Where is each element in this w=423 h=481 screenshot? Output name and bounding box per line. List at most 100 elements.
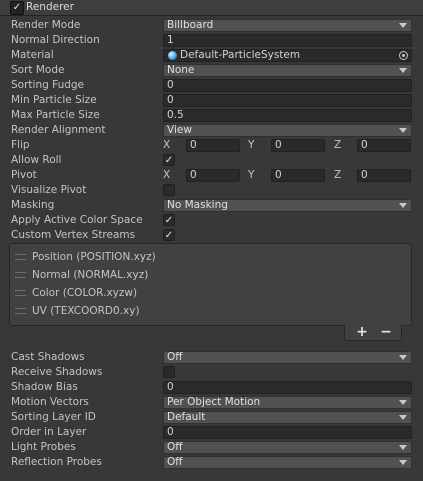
renderer-module-title: Renderer: [26, 1, 74, 13]
motion-vectors-dropdown[interactable]: Per Object Motion: [163, 396, 412, 409]
normal-direction-row: Normal Direction 1: [0, 33, 423, 48]
custom-vertex-streams-label: Custom Vertex Streams: [11, 229, 136, 241]
pivot-z-label: Z: [334, 169, 342, 181]
chevron-down-icon: [399, 128, 407, 133]
pivot-x-label: X: [163, 169, 171, 181]
reflection-probes-row: Reflection Probes Off: [0, 455, 423, 470]
render-mode-dropdown[interactable]: Billboard: [163, 19, 412, 32]
render-alignment-label: Render Alignment: [11, 124, 106, 136]
cast-shadows-row: Cast Shadows Off: [0, 350, 423, 365]
stream-label: UV (TEXCOORD0.xy): [32, 305, 140, 317]
order-in-layer-field[interactable]: 0: [163, 426, 412, 439]
sorting-fudge-field[interactable]: 0: [163, 79, 412, 92]
flip-z-label: Z: [334, 139, 342, 151]
chevron-down-icon: [399, 460, 407, 465]
material-label: Material: [11, 49, 54, 61]
masking-dropdown[interactable]: No Masking: [163, 199, 412, 212]
sort-mode-value: None: [167, 64, 195, 76]
list-item[interactable]: Position (POSITION.xyz): [10, 249, 411, 265]
apply-active-color-space-label: Apply Active Color Space: [11, 214, 143, 226]
material-sphere-icon: [168, 51, 177, 60]
flip-z-field[interactable]: 0: [357, 139, 411, 152]
light-probes-value: Off: [167, 441, 183, 453]
custom-vertex-streams-checkbox[interactable]: ✓: [163, 229, 175, 241]
render-mode-row: Render Mode Billboard: [0, 18, 423, 33]
sort-mode-dropdown[interactable]: None: [163, 64, 412, 77]
flip-y-label: Y: [248, 139, 255, 151]
normal-direction-field[interactable]: 1: [163, 34, 412, 47]
custom-vertex-streams-row: Custom Vertex Streams ✓: [0, 228, 423, 243]
pivot-label: Pivot: [11, 169, 37, 181]
sorting-layer-id-row: Sorting Layer ID Default: [0, 410, 423, 425]
pivot-x-field[interactable]: 0: [186, 169, 240, 182]
order-in-layer-label: Order in Layer: [11, 426, 87, 438]
drag-handle-icon[interactable]: [15, 254, 26, 260]
renderer-module-header[interactable]: ✓ Renderer: [0, 0, 423, 16]
render-alignment-dropdown[interactable]: View: [163, 124, 412, 137]
sorting-fudge-row: Sorting Fudge 0: [0, 78, 423, 93]
add-stream-button[interactable]: +: [351, 325, 373, 340]
list-item[interactable]: Color (COLOR.xyzw): [10, 285, 411, 301]
remove-stream-button[interactable]: −: [375, 325, 397, 340]
light-probes-dropdown[interactable]: Off: [163, 441, 412, 454]
material-row: Material Default-ParticleSystem: [0, 48, 423, 63]
flip-x-field[interactable]: 0: [186, 139, 240, 152]
chevron-down-icon: [399, 355, 407, 360]
masking-label: Masking: [11, 199, 55, 211]
motion-vectors-row: Motion Vectors Per Object Motion: [0, 395, 423, 410]
light-probes-label: Light Probes: [11, 441, 76, 453]
visualize-pivot-checkbox[interactable]: [163, 184, 175, 196]
flip-y-field[interactable]: 0: [271, 139, 325, 152]
reflection-probes-dropdown[interactable]: Off: [163, 456, 412, 469]
min-particle-size-row: Min Particle Size 0: [0, 93, 423, 108]
shadow-bias-label: Shadow Bias: [11, 381, 78, 393]
shadow-bias-field[interactable]: 0: [163, 381, 412, 394]
material-object-field[interactable]: Default-ParticleSystem: [163, 49, 412, 62]
normal-direction-label: Normal Direction: [11, 34, 100, 46]
list-item[interactable]: Normal (NORMAL.xyz): [10, 267, 411, 283]
object-picker-icon[interactable]: [399, 51, 408, 60]
order-in-layer-row: Order in Layer 0: [0, 425, 423, 440]
allow-roll-checkbox[interactable]: ✓: [163, 154, 175, 166]
apply-active-color-space-checkbox[interactable]: ✓: [163, 214, 175, 226]
drag-handle-icon[interactable]: [15, 308, 26, 314]
min-particle-size-label: Min Particle Size: [11, 94, 97, 106]
masking-value: No Masking: [167, 199, 228, 211]
flip-label: Flip: [11, 139, 30, 151]
sorting-layer-id-value: Default: [167, 411, 206, 423]
receive-shadows-checkbox[interactable]: [163, 366, 175, 378]
drag-handle-icon[interactable]: [15, 272, 26, 278]
sorting-fudge-label: Sorting Fudge: [11, 79, 85, 91]
shadow-bias-row: Shadow Bias 0: [0, 380, 423, 395]
pivot-y-field[interactable]: 0: [271, 169, 325, 182]
min-particle-size-field[interactable]: 0: [163, 94, 412, 107]
renderer-enabled-checkbox[interactable]: ✓: [10, 1, 24, 15]
max-particle-size-field[interactable]: 0.5: [163, 109, 412, 122]
cast-shadows-dropdown[interactable]: Off: [163, 351, 412, 364]
chevron-down-icon: [399, 445, 407, 450]
sorting-layer-id-dropdown[interactable]: Default: [163, 411, 412, 424]
stream-label: Normal (NORMAL.xyz): [32, 269, 149, 281]
visualize-pivot-label: Visualize Pivot: [11, 184, 87, 196]
render-alignment-row: Render Alignment View: [0, 123, 423, 138]
reflection-probes-value: Off: [167, 456, 183, 468]
chevron-down-icon: [399, 23, 407, 28]
pivot-y-label: Y: [248, 169, 255, 181]
list-item[interactable]: UV (TEXCOORD0.xy): [10, 303, 411, 319]
motion-vectors-value: Per Object Motion: [167, 396, 261, 408]
chevron-down-icon: [399, 400, 407, 405]
pivot-row: Pivot X 0 Y 0 Z 0: [0, 168, 423, 183]
chevron-down-icon: [399, 68, 407, 73]
receive-shadows-row: Receive Shadows: [0, 365, 423, 380]
render-mode-label: Render Mode: [11, 19, 81, 31]
masking-row: Masking No Masking: [0, 198, 423, 213]
render-alignment-value: View: [167, 124, 192, 136]
vertex-streams-footer: + −: [344, 325, 402, 341]
cast-shadows-label: Cast Shadows: [11, 351, 85, 363]
pivot-z-field[interactable]: 0: [357, 169, 411, 182]
drag-handle-icon[interactable]: [15, 290, 26, 296]
render-mode-value: Billboard: [167, 19, 214, 31]
chevron-down-icon: [399, 203, 407, 208]
sort-mode-row: Sort Mode None: [0, 63, 423, 78]
light-probes-row: Light Probes Off: [0, 440, 423, 455]
